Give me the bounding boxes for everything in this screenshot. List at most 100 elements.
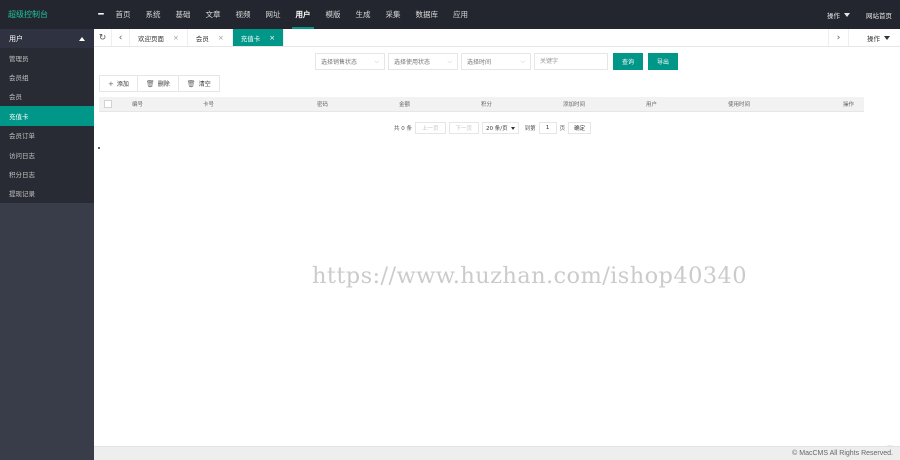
tab-bar: ↻ ‹ 欢迎页面 × 会员 × 充值卡 × › 操作 — [94, 29, 900, 47]
time-select[interactable]: 选择时间 ⌵ — [461, 53, 531, 70]
menu-fold-icon[interactable]: ━ — [94, 0, 108, 29]
pagination: 共 0 条 上一页 下一页 20 条/页 到第 页 确定 — [394, 122, 592, 134]
delete-button[interactable]: 🗑 删除 — [137, 76, 179, 91]
site-home-link[interactable]: 网站首页 — [858, 10, 900, 20]
plus-icon: + — [108, 79, 114, 88]
col-amount[interactable]: 金额 — [394, 97, 476, 112]
nav-item-home[interactable]: 首页 — [108, 0, 138, 29]
action-toolbar: + 添加 🗑 删除 🗑 清空 — [99, 75, 220, 92]
col-operate: 操作 — [838, 97, 864, 112]
sidebar-item-member-order[interactable]: 会员订单 — [0, 126, 94, 145]
keyword-input[interactable] — [534, 53, 608, 70]
header-operate-dropdown[interactable]: 操作 — [819, 10, 858, 20]
sidebar-item-admin[interactable]: 管理员 — [0, 48, 94, 67]
close-icon[interactable]: × — [269, 34, 275, 42]
select-all-cell — [99, 97, 127, 112]
sidebar-item-member[interactable]: 会员 — [0, 87, 94, 106]
page-size-select[interactable]: 20 条/页 — [482, 122, 519, 134]
nav-item-generate[interactable]: 生成 — [348, 0, 378, 29]
col-add-time[interactable]: 添加时间 — [558, 97, 641, 112]
stray-dot — [98, 147, 100, 149]
sidebar-section-user[interactable]: 用户 — [0, 29, 94, 48]
chevron-left-icon[interactable]: ‹ — [112, 29, 130, 46]
col-id[interactable]: 编号 — [127, 97, 198, 112]
col-points[interactable]: 积分 — [476, 97, 558, 112]
col-use-time[interactable]: 使用时间 — [723, 97, 838, 112]
clear-label: 清空 — [198, 81, 211, 88]
trash-icon: 🗑 — [186, 79, 196, 88]
page-number-input[interactable] — [538, 122, 557, 134]
top-header: 超级控制台 ━ 首页 系统 基础 文章 视频 网址 用户 模版 生成 采集 数据… — [0, 0, 900, 29]
sale-status-value: 选择销售状态 — [321, 59, 358, 66]
copyright-text: © MacCMS All Rights Reserved. — [792, 450, 893, 457]
sidebar-item-withdraw-record[interactable]: 提现记录 — [0, 184, 94, 203]
col-user[interactable]: 用户 — [641, 97, 723, 112]
sidebar-section-label: 用户 — [9, 34, 23, 43]
tab-bar-right: › 操作 — [828, 29, 900, 46]
pager-total: 共 0 条 — [394, 126, 412, 132]
select-all-checkbox[interactable] — [104, 99, 112, 108]
delete-label: 删除 — [157, 81, 170, 88]
page-tabs: 欢迎页面 × 会员 × 充值卡 × — [130, 29, 828, 46]
tab-label: 欢迎页面 — [138, 34, 164, 43]
sidebar-item-visit-log[interactable]: 访问日志 — [0, 145, 94, 164]
export-button[interactable]: 导出 — [648, 53, 679, 70]
nav-item-system[interactable]: 系统 — [138, 0, 168, 29]
sidebar: 用户 管理员 会员组 会员 充值卡 会员订单 访问日志 积分日志 提现记录 — [0, 29, 94, 460]
use-status-select[interactable]: 选择使用状态 ⌵ — [388, 53, 458, 70]
sidebar-item-recharge-card[interactable]: 充值卡 — [0, 106, 94, 126]
caret-down-icon — [844, 12, 850, 17]
nav-item-article[interactable]: 文章 — [198, 0, 228, 29]
use-status-value: 选择使用状态 — [394, 59, 431, 66]
nav-item-database[interactable]: 数据库 — [408, 0, 446, 29]
caret-down-icon — [884, 35, 890, 40]
filter-row: 选择销售状态 ⌵ 选择使用状态 ⌵ 选择时间 ⌵ 查询 导出 — [315, 53, 679, 70]
nav-item-video[interactable]: 视频 — [228, 0, 258, 29]
add-button[interactable]: + 添加 — [100, 76, 138, 91]
clear-button[interactable]: 🗑 清空 — [178, 76, 219, 91]
page-size-value: 20 条/页 — [486, 126, 508, 132]
sidebar-item-points-log[interactable]: 积分日志 — [0, 164, 94, 183]
nav-item-website[interactable]: 网址 — [258, 0, 288, 29]
col-card-no[interactable]: 卡号 — [198, 97, 312, 112]
chevron-right-icon[interactable]: › — [828, 29, 848, 46]
add-label: 添加 — [116, 81, 129, 88]
search-button[interactable]: 查询 — [613, 53, 644, 70]
refresh-icon[interactable]: ↻ — [94, 29, 112, 46]
tab-member[interactable]: 会员 × — [188, 29, 233, 46]
close-icon[interactable]: × — [173, 34, 179, 42]
nav-item-apps[interactable]: 应用 — [446, 0, 476, 29]
nav-item-basic[interactable]: 基础 — [168, 0, 198, 29]
watermark: https://www.huzhan.com/ishop40340 — [312, 263, 747, 289]
main-content: 选择销售状态 ⌵ 选择使用状态 ⌵ 选择时间 ⌵ 查询 导出 + 添加 🗑 删除… — [94, 47, 900, 460]
close-icon[interactable]: × — [218, 34, 224, 42]
top-nav: 首页 系统 基础 文章 视频 网址 用户 模版 生成 采集 数据库 应用 — [108, 0, 476, 29]
chevron-down-icon: ⌵ — [374, 57, 379, 65]
sale-status-select[interactable]: 选择销售状态 ⌵ — [315, 53, 385, 70]
tab-recharge-card[interactable]: 充值卡 × — [232, 29, 285, 46]
sidebar-sub-list: 管理员 会员组 会员 充值卡 会员订单 访问日志 积分日志 提现记录 — [0, 48, 94, 204]
header-right: 操作 网站首页 — [819, 0, 900, 29]
goto-label: 到第 — [524, 126, 536, 132]
footer: © MacCMS All Rights Reserved. — [94, 446, 900, 460]
tab-welcome[interactable]: 欢迎页面 × — [130, 29, 188, 46]
caret-up-icon — [79, 36, 85, 41]
header-operate-label: 操作 — [827, 11, 840, 20]
goto-confirm-button[interactable]: 确定 — [568, 122, 592, 134]
tab-label: 充值卡 — [240, 34, 261, 43]
caret-down-icon — [510, 126, 515, 130]
nav-item-template[interactable]: 模版 — [318, 0, 348, 29]
time-value: 选择时间 — [467, 59, 492, 66]
col-password[interactable]: 密码 — [312, 97, 394, 112]
sidebar-item-member-group[interactable]: 会员组 — [0, 67, 94, 86]
nav-item-user[interactable]: 用户 — [288, 0, 318, 29]
tab-operate-dropdown[interactable]: 操作 — [848, 29, 900, 46]
logo[interactable]: 超级控制台 — [0, 0, 94, 29]
nav-item-collect[interactable]: 采集 — [378, 0, 408, 29]
prev-page-button[interactable]: 上一页 — [415, 122, 446, 134]
trash-icon: 🗑 — [145, 79, 155, 88]
chevron-down-icon: ⌵ — [447, 57, 452, 65]
next-page-button[interactable]: 下一页 — [448, 122, 480, 134]
page-unit-label: 页 — [559, 126, 566, 132]
tab-operate-label: 操作 — [867, 34, 880, 43]
